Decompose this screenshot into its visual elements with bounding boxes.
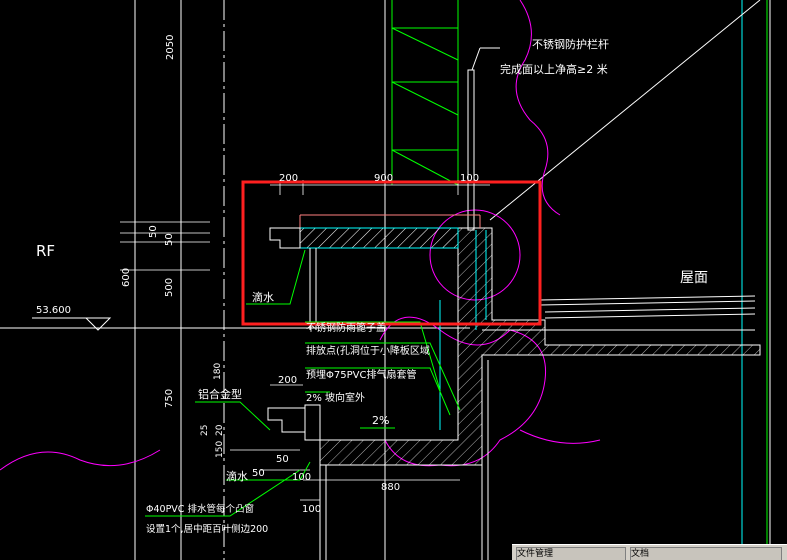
dim-50-c: 50	[252, 468, 265, 479]
dim-25: 25	[200, 425, 210, 436]
railing-label-2: 完成面以上净高≥2 米	[500, 62, 608, 76]
railing	[467, 47, 500, 231]
highlight-box[interactable]	[241, 180, 542, 326]
gutter-note-3: 预埋Φ75PVC排气扇套管	[306, 368, 416, 381]
dim-50-a: 50	[148, 225, 159, 238]
green-wall	[391, 0, 459, 186]
taskbar-item-doc[interactable]: 文档	[630, 547, 782, 560]
pvc-note-2: 设置1个,居中距百叶侧边200	[146, 523, 268, 535]
dim-100-right: 100	[292, 472, 311, 483]
dim-180: 180	[213, 363, 223, 380]
dim-20: 20	[215, 424, 225, 436]
dim-200-top: 200	[279, 173, 298, 184]
dim-50-d: 50	[276, 454, 289, 465]
dim-50-b: 50	[164, 233, 175, 246]
cad-drawing-canvas[interactable]: RF 53.600 屋面 滴水 滴水 铝合金型 不锈钢防护栏杆 完成面以上净高≥…	[0, 0, 787, 560]
dim-100-bottom: 100	[302, 504, 321, 515]
aluminum-label: 铝合金型	[198, 387, 242, 401]
drip-label-top: 滴水	[252, 290, 274, 304]
gutter-note-2: 排放点(孔洞位于小降板区域	[306, 344, 430, 357]
roof-label: 屋面	[680, 270, 708, 286]
elevation-label: 53.600	[36, 305, 71, 316]
dim-150: 150	[215, 441, 225, 458]
taskbar-item-file[interactable]: 文件管理	[516, 547, 626, 560]
dim-880: 880	[381, 482, 400, 493]
dim-500: 500	[164, 278, 175, 297]
rf-label: RF	[36, 242, 55, 260]
slope-label: 2%	[372, 414, 389, 427]
drip-label-bottom: 滴水	[226, 469, 248, 483]
dim-200-mid: 200	[278, 375, 297, 386]
gutter-note-4: 2% 坡向室外	[306, 391, 365, 404]
dim-750: 750	[164, 389, 175, 408]
dim-2050: 2050	[165, 35, 176, 60]
gutter-note-1: 不锈钢防雨篦子盖	[306, 321, 386, 334]
diagonal-line	[489, 0, 761, 221]
cad-drawing[interactable]: RF 53.600 屋面 滴水 滴水 铝合金型 不锈钢防护栏杆 完成面以上净高≥…	[0, 0, 787, 560]
pvc-note-1: Φ40PVC 排水管每个凸窗	[146, 503, 254, 515]
dim-100-top: 100	[460, 173, 479, 184]
drip-edges	[267, 227, 321, 441]
railing-label-1: 不锈钢防护栏杆	[532, 37, 609, 51]
taskbar: 文件管理 文档	[512, 544, 787, 560]
dim-900: 900	[374, 173, 393, 184]
dim-600: 600	[121, 268, 132, 287]
